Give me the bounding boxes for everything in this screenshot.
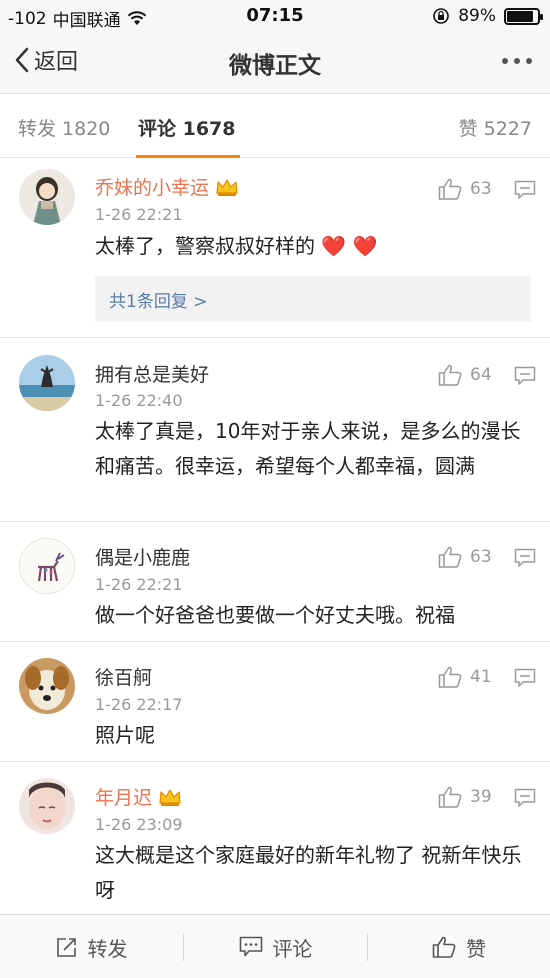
like-count: 63 (470, 547, 492, 567)
comment-icon (514, 668, 536, 687)
username-text: 徐百舸 (95, 667, 153, 689)
avatar[interactable] (19, 658, 75, 714)
avatar[interactable] (19, 778, 75, 834)
username[interactable]: 偶是小鹿鹿 (95, 543, 190, 570)
comment-icon (514, 180, 536, 199)
username-text: 年月迟 (95, 787, 153, 809)
like-button[interactable]: 63 (438, 546, 492, 568)
reply-count-link[interactable]: 共1条回复 > (109, 287, 207, 312)
timestamp: 1-26 22:40 (95, 391, 183, 410)
nav-bar: 返回 微博正文 (0, 32, 550, 94)
username[interactable]: 拥有总是美好 (95, 360, 209, 387)
comment-item: 偶是小鹿鹿 1-26 22:21 63 做一个好爸爸也要做一个好丈夫哦。祝福 (0, 522, 550, 642)
like-button[interactable]: 赞 (368, 915, 550, 978)
repost-icon (56, 938, 76, 957)
comment-icon (514, 366, 536, 385)
more-options-icon[interactable] (502, 58, 532, 64)
username-text: 拥有总是美好 (95, 364, 210, 386)
timestamp: 1-26 22:17 (95, 695, 183, 714)
thumbs-up-icon (432, 936, 456, 958)
page-title: 微博正文 (229, 53, 321, 79)
comment-item: 拥有总是美好 1-26 22:40 64 太棒了真是，10年对于亲人来说，是多么… (0, 338, 550, 522)
thumbs-up-icon (438, 546, 462, 568)
reply-button[interactable] (514, 788, 536, 812)
comment-item: 年月迟 1-26 23:09 39 这大概是这个家庭最好的新年礼物了 祝新年快乐… (0, 762, 550, 914)
like-button[interactable]: 63 (438, 178, 492, 200)
thumbs-up-icon (438, 178, 462, 200)
timestamp: 1-26 23:09 (95, 815, 183, 834)
like-button[interactable]: 39 (438, 786, 492, 808)
comment-text: 太棒了真是，10年对于亲人来说，是多么的漫长和痛苦。很幸运，希望每个人都幸福，圆… (95, 419, 521, 478)
reply-button[interactable] (514, 366, 536, 390)
tab-bar: 转发 1820 评论 1678 赞 5227 (0, 94, 550, 158)
tab-comment[interactable]: 评论 1678 (138, 114, 236, 141)
reply-summary[interactable]: 共1条回复 > (95, 276, 531, 322)
vip-crown-icon (159, 788, 181, 806)
battery-percent: 89% (458, 6, 496, 26)
battery-icon (504, 7, 543, 25)
username-text: 乔妹的小幸运 (95, 177, 210, 199)
heart-emoji: ❤️ ❤️ (321, 234, 378, 258)
timestamp: 1-26 22:21 (95, 205, 183, 224)
tab-like[interactable]: 赞 5227 (459, 114, 532, 141)
reply-button[interactable] (514, 668, 536, 692)
thumbs-up-icon (438, 666, 462, 688)
comment-icon (514, 548, 536, 567)
rotation-lock-icon (433, 8, 450, 24)
reply-button[interactable] (514, 548, 536, 572)
comment-item: 乔妹的小幸运 1-26 22:21 63 太棒了，警察叔叔好样的 ❤️ ❤️ 共… (0, 158, 550, 338)
status-bar: -102 中国联通 07:15 89% (0, 0, 550, 32)
comment-text: 这大概是这个家庭最好的新年礼物了 祝新年快乐呀 (95, 843, 522, 902)
avatar[interactable] (19, 355, 75, 411)
bottom-action-bar: 转发 评论 赞 (0, 914, 550, 978)
comment-list: 乔妹的小幸运 1-26 22:21 63 太棒了，警察叔叔好样的 ❤️ ❤️ 共… (0, 158, 550, 914)
like-label: 赞 (466, 936, 486, 961)
vip-crown-icon (216, 178, 238, 196)
comment-text: 太棒了，警察叔叔好样的 ❤️ ❤️ (95, 229, 525, 264)
comment-icon (514, 788, 536, 807)
username[interactable]: 徐百舸 (95, 663, 152, 690)
comment-body: 太棒了，警察叔叔好样的 (95, 234, 315, 258)
repost-button[interactable]: 转发 (0, 915, 183, 978)
comment-button[interactable]: 评论 (184, 915, 367, 978)
comment-icon (239, 936, 262, 957)
comment-label: 评论 (272, 936, 313, 961)
username[interactable]: 年月迟 (95, 783, 182, 810)
reply-button[interactable] (514, 180, 536, 204)
like-button[interactable]: 64 (438, 364, 492, 386)
username-text: 偶是小鹿鹿 (95, 547, 191, 569)
like-count: 63 (470, 179, 492, 199)
avatar[interactable] (19, 538, 75, 594)
thumbs-up-icon (438, 786, 462, 808)
comment-text: 照片呢 (95, 723, 155, 747)
like-count: 39 (470, 787, 492, 807)
comment-item: 徐百舸 1-26 22:17 41 照片呢 (0, 642, 550, 762)
avatar[interactable] (19, 169, 75, 225)
tab-repost[interactable]: 转发 1820 (18, 114, 110, 141)
like-count: 64 (470, 365, 492, 385)
username[interactable]: 乔妹的小幸运 (95, 173, 239, 200)
like-button[interactable]: 41 (438, 666, 492, 688)
like-count: 41 (470, 667, 492, 687)
timestamp: 1-26 22:21 (95, 575, 183, 594)
repost-label: 转发 (87, 936, 128, 961)
comment-text: 做一个好爸爸也要做一个好丈夫哦。祝福 (95, 603, 455, 627)
thumbs-up-icon (438, 364, 462, 386)
